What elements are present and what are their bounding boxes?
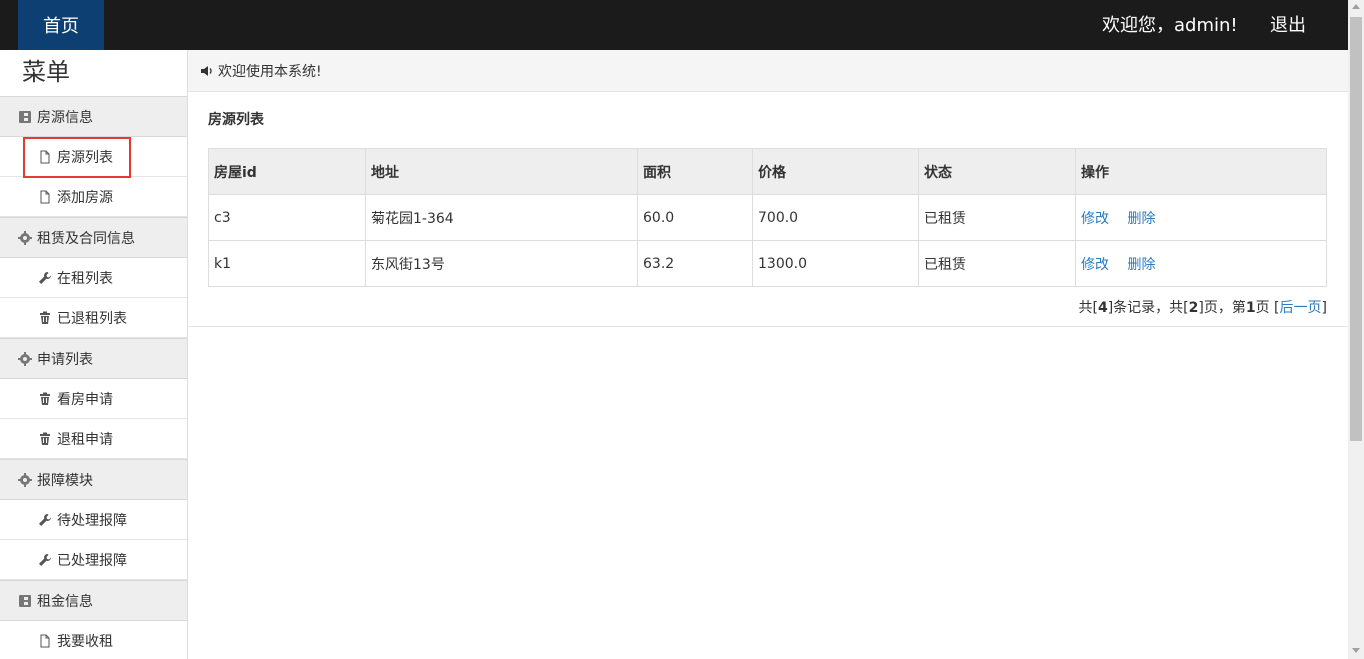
sidebar-item-label: 房源列表: [57, 149, 113, 166]
table-header-row: 房屋id 地址 面积 价格 状态 操作: [208, 148, 1327, 195]
trash-icon: [38, 432, 52, 446]
list-panel: 房源列表 房屋id 地址 面积 价格 状态 操作 c3 菊花园1-364 60.…: [188, 92, 1348, 327]
file-icon: [38, 634, 52, 648]
scroll-down-arrow-icon[interactable]: [1352, 648, 1360, 653]
column-header: 面积: [637, 148, 753, 195]
next-page-link[interactable]: 后一页: [1280, 300, 1322, 316]
cell-id: k1: [208, 240, 366, 287]
main-content: 欢迎使用本系统! 房源列表 房屋id 地址 面积 价格 状态 操作 c3 菊花园…: [188, 50, 1348, 659]
cell-price: 700.0: [752, 194, 919, 241]
sidebar-item-label: 看房申请: [57, 391, 113, 408]
pager-text: ]条记录，共[: [1107, 300, 1189, 316]
table-row: c3 菊花园1-364 60.0 700.0 已租赁 修改 删除: [208, 194, 1327, 241]
column-header: 价格: [752, 148, 919, 195]
vertical-scrollbar[interactable]: [1348, 0, 1364, 659]
sidebar-item-collect-rent[interactable]: 我要收租: [0, 621, 187, 659]
speaker-icon: [200, 64, 214, 78]
gear-icon: [18, 230, 32, 245]
sidebar-group-house-info[interactable]: 房源信息: [0, 96, 187, 137]
sidebar-item-viewing-request[interactable]: 看房申请: [0, 379, 187, 419]
column-header: 状态: [918, 148, 1076, 195]
cell-area: 63.2: [637, 240, 753, 287]
logout-button[interactable]: 退出: [1270, 0, 1306, 50]
sidebar-item-label: 退租申请: [57, 431, 113, 448]
delete-link[interactable]: 删除: [1127, 257, 1155, 273]
cell-status: 已租赁: [918, 194, 1076, 241]
delete-link[interactable]: 删除: [1127, 211, 1155, 227]
pager-current-page: 1: [1245, 300, 1256, 316]
sidebar-group-applications[interactable]: 申请列表: [0, 338, 187, 379]
menu-title: 菜单: [22, 58, 70, 86]
pager-text: 页 [: [1255, 300, 1280, 316]
sidebar-item-ended-lease-list[interactable]: 已退租列表: [0, 298, 187, 338]
sidebar-group-label: 申请列表: [37, 351, 93, 368]
trash-icon: [38, 311, 52, 325]
trash-icon: [38, 392, 52, 406]
sidebar-item-label: 已退租列表: [57, 310, 127, 327]
sidebar-item-add-house[interactable]: 添加房源: [0, 177, 187, 217]
list-title: 房源列表: [208, 112, 264, 128]
gear-icon: [18, 472, 32, 487]
column-header: 地址: [365, 148, 638, 195]
notice-text: 欢迎使用本系统!: [218, 63, 322, 80]
pagination: 共[4]条记录，共[2]页，第1页 [后一页]: [208, 297, 1327, 317]
scroll-up-arrow-icon[interactable]: [1352, 4, 1360, 9]
sidebar-item-label: 已处理报障: [57, 552, 127, 569]
gear-icon: [18, 351, 32, 366]
sidebar-item-label: 在租列表: [57, 270, 113, 287]
sidebar-group-label: 房源信息: [37, 109, 93, 126]
file-icon: [38, 150, 52, 164]
pager-total-records: 4: [1097, 300, 1108, 316]
sidebar-group-repair[interactable]: 报障模块: [0, 459, 187, 500]
sidebar-item-house-list[interactable]: 房源列表: [0, 137, 187, 178]
welcome-text: 欢迎您，admin!: [1102, 15, 1238, 36]
cell-address: 菊花园1-364: [365, 194, 638, 241]
sidebar-item-pending-repair[interactable]: 待处理报障: [0, 500, 187, 540]
column-header: 房屋id: [208, 148, 366, 195]
sidebar-group-lease-contract[interactable]: 租赁及合同信息: [0, 217, 187, 258]
house-table: 房屋id 地址 面积 价格 状态 操作 c3 菊花园1-364 60.0 700…: [208, 148, 1327, 287]
wrench-icon: [38, 553, 52, 567]
sidebar-item-checkout-request[interactable]: 退租申请: [0, 419, 187, 459]
sidebar-group-label: 租金信息: [37, 593, 93, 610]
cell-area: 60.0: [637, 194, 753, 241]
card-icon: [18, 110, 32, 124]
pager-text: 共[: [1078, 300, 1098, 316]
cell-id: c3: [208, 194, 366, 241]
cell-status: 已租赁: [918, 240, 1076, 287]
table-row: k1 东风街13号 63.2 1300.0 已租赁 修改 删除: [208, 240, 1327, 287]
pager-text: ]: [1321, 300, 1327, 316]
home-button[interactable]: 首页: [18, 0, 104, 50]
pager-text: ]页，第: [1198, 300, 1246, 316]
sidebar-item-label: 我要收租: [57, 633, 113, 650]
notice-bar: 欢迎使用本系统!: [188, 50, 1348, 92]
sidebar-group-label: 租赁及合同信息: [37, 230, 135, 247]
cell-actions: 修改 删除: [1075, 240, 1327, 287]
sidebar-item-label: 添加房源: [57, 189, 113, 206]
sidebar-item-label: 待处理报障: [57, 512, 127, 529]
edit-link[interactable]: 修改: [1081, 257, 1109, 273]
top-navbar: 首页 欢迎您，admin! 退出: [0, 0, 1348, 50]
card-icon: [18, 594, 32, 608]
cell-address: 东风街13号: [365, 240, 638, 287]
file-icon: [38, 190, 52, 204]
sidebar-item-handled-repair[interactable]: 已处理报障: [0, 540, 187, 580]
scrollbar-thumb[interactable]: [1350, 17, 1362, 441]
edit-link[interactable]: 修改: [1081, 211, 1109, 227]
cell-price: 1300.0: [752, 240, 919, 287]
pager-total-pages: 2: [1188, 300, 1199, 316]
wrench-icon: [38, 513, 52, 527]
cell-actions: 修改 删除: [1075, 194, 1327, 241]
sidebar: 菜单 房源信息 房源列表 添加房源 租赁及合同信息 在租列表 已退租列表 申请列…: [0, 50, 188, 659]
column-header: 操作: [1075, 148, 1327, 195]
wrench-icon: [38, 271, 52, 285]
sidebar-item-renting-list[interactable]: 在租列表: [0, 258, 187, 298]
sidebar-group-rent-info[interactable]: 租金信息: [0, 580, 187, 621]
sidebar-group-label: 报障模块: [37, 472, 93, 489]
